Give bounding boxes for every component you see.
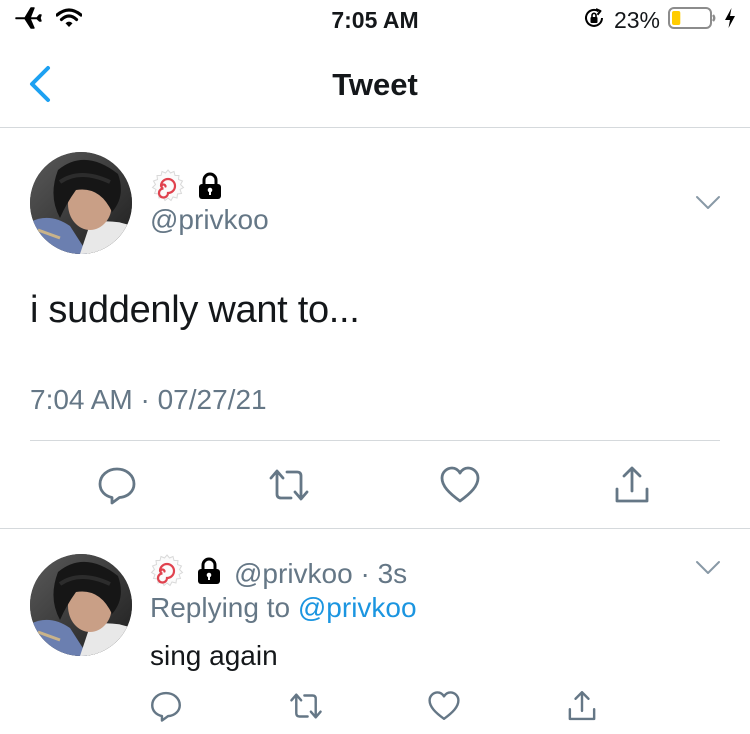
- reply-header: @privkoo · 3s: [150, 554, 407, 593]
- reply-action-bar: [0, 686, 750, 726]
- user-handle[interactable]: @privkoo: [150, 204, 269, 236]
- tweet-action-bar: [0, 463, 750, 507]
- like-button[interactable]: [438, 463, 482, 507]
- tweet-menu-button[interactable]: [695, 195, 721, 211]
- battery-icon: [668, 6, 716, 35]
- avatar[interactable]: [30, 554, 132, 656]
- replying-to-mention[interactable]: @privkoo: [298, 592, 417, 623]
- fishcake-emoji-icon: [151, 169, 185, 208]
- chevron-down-icon: [696, 196, 720, 209]
- lock-icon: [196, 557, 222, 590]
- avatar[interactable]: [30, 152, 132, 254]
- reply-icon: [151, 691, 181, 722]
- retweet-icon: [269, 469, 309, 501]
- orientation-lock-icon: [582, 6, 606, 35]
- like-icon: [440, 466, 480, 503]
- lock-icon: [197, 172, 223, 205]
- reply-text: sing again: [150, 640, 278, 671]
- tweet-text: i suddenly want to...: [30, 289, 360, 331]
- share-icon: [615, 466, 649, 503]
- reply-button[interactable]: [95, 463, 139, 507]
- status-right: 23%: [582, 6, 736, 35]
- retweet-button[interactable]: [286, 686, 326, 726]
- reply-handle-line: @privkoo · 3s: [234, 558, 407, 590]
- replying-to: Replying to @privkoo: [150, 592, 417, 624]
- share-button[interactable]: [562, 686, 602, 726]
- page-title: Tweet: [332, 67, 418, 102]
- tweet-timestamp[interactable]: 7:04 AM · 07/27/21: [30, 384, 267, 416]
- main-tweet[interactable]: @privkoo i suddenly want to... 7:04 AM ·…: [0, 129, 750, 529]
- charging-bolt-icon: [724, 7, 736, 34]
- reply-button[interactable]: [146, 686, 186, 726]
- retweet-button[interactable]: [267, 463, 311, 507]
- nav-bar: Tweet: [0, 40, 750, 128]
- reply-tweet[interactable]: @privkoo · 3s Replying to @privkoo sing …: [0, 530, 750, 734]
- user-handle[interactable]: @privkoo: [234, 558, 353, 589]
- fishcake-emoji-icon: [150, 554, 184, 593]
- tweet-menu-button[interactable]: [695, 560, 721, 576]
- reply-icon: [98, 467, 136, 505]
- share-button[interactable]: [610, 463, 654, 507]
- retweet-icon: [290, 693, 322, 719]
- replying-to-label: Replying to: [150, 592, 291, 623]
- share-icon: [568, 691, 596, 721]
- user-badges: [151, 169, 223, 208]
- like-button[interactable]: [424, 686, 464, 726]
- divider: [30, 440, 720, 441]
- reply-age: · 3s: [360, 557, 408, 589]
- like-icon: [428, 691, 460, 720]
- chevron-down-icon: [696, 561, 720, 574]
- status-bar: 7:05 AM 23%: [0, 0, 750, 40]
- battery-percent: 23%: [613, 7, 660, 33]
